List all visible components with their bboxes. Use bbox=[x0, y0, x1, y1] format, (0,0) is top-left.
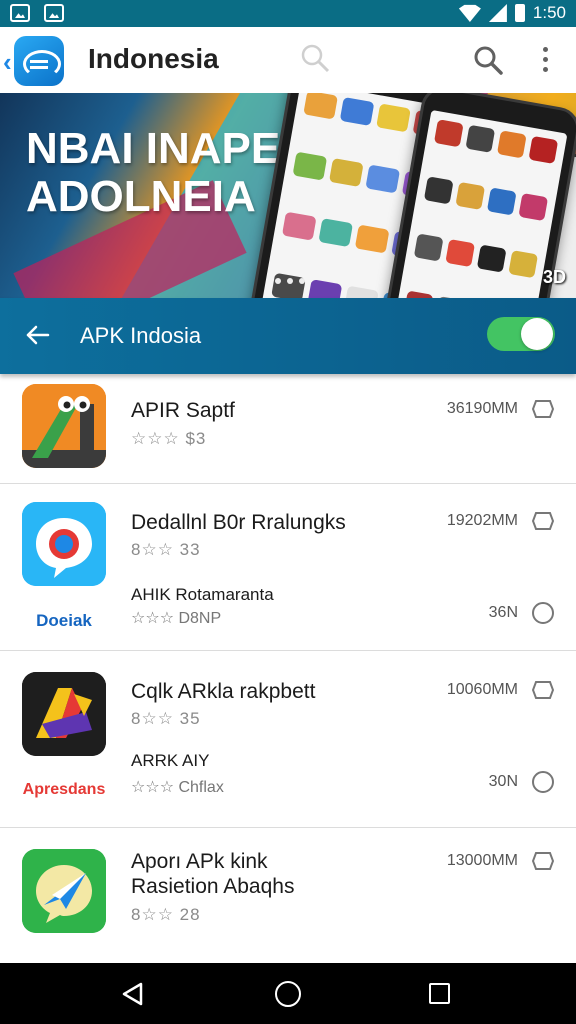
banner-line-1: NBAI INAPE bbox=[26, 124, 281, 173]
list-item[interactable]: Aporı APk kink Rasietion Abaqhs 8☆☆ 28 1… bbox=[0, 828, 576, 963]
status-time: 1:50 bbox=[532, 3, 566, 22]
bookmark-icon[interactable] bbox=[532, 680, 554, 700]
gallery-notification-icon bbox=[10, 4, 30, 22]
bookmark-icon[interactable] bbox=[532, 511, 554, 531]
developer-label: Apresdans bbox=[22, 781, 106, 798]
app-bar: ‹ Indonesia bbox=[0, 27, 576, 93]
app-icon bbox=[22, 672, 106, 756]
app-rating: 8☆☆ 28 bbox=[131, 905, 201, 924]
wifi-icon bbox=[458, 4, 481, 22]
signal-icon bbox=[488, 4, 507, 22]
app-rating: 8☆☆ 35 bbox=[131, 709, 201, 728]
app-size: 10060MM bbox=[446, 681, 518, 698]
banner-line-2: ADOLNEIA bbox=[26, 172, 256, 221]
app-icon bbox=[22, 849, 106, 933]
promo-banner[interactable]: NBAI INAPE ADOLNEIA 3D bbox=[0, 93, 576, 298]
nav-recents-icon[interactable] bbox=[429, 983, 450, 1004]
arrow-back-icon[interactable] bbox=[24, 321, 52, 349]
download-circle-icon[interactable] bbox=[532, 771, 554, 793]
app-logo[interactable] bbox=[14, 36, 64, 86]
sub-app-name: AHIK Rotamaranta bbox=[131, 585, 274, 604]
nav-back-icon[interactable] bbox=[121, 982, 145, 1006]
app-name: Dedallnl B0r Rralungks bbox=[131, 511, 346, 534]
app-list: APIR Saptf ☆☆☆ $3 36190MM Dedallnl B0r R… bbox=[0, 374, 576, 963]
app-name: APIR Saptf bbox=[131, 399, 235, 422]
section-header: APK Indosia bbox=[0, 298, 576, 374]
bookmark-icon[interactable] bbox=[532, 399, 554, 419]
sub-app-size: 36N bbox=[488, 604, 518, 621]
overflow-menu-icon[interactable] bbox=[534, 47, 558, 73]
section-title: APK Indosia bbox=[80, 323, 202, 348]
banner-headline: NBAI INAPE ADOLNEIA bbox=[26, 125, 280, 221]
sub-app-size: 30N bbox=[488, 773, 518, 790]
sub-app-rating: ☆☆☆ Chflax bbox=[131, 779, 224, 796]
developer-label: Doeiak bbox=[36, 611, 92, 630]
photo-notification-icon bbox=[44, 4, 64, 22]
list-item[interactable]: Cqlk ARkla rakpbett 8☆☆ 35 10060MM Apres… bbox=[0, 651, 576, 828]
status-bar: 1:50 bbox=[0, 0, 576, 27]
search-icon[interactable] bbox=[472, 44, 504, 76]
list-item[interactable]: Dedallnl B0r Rralungks 8☆☆ 33 19202MM Do… bbox=[0, 484, 576, 651]
app-rating: 8☆☆ 33 bbox=[131, 540, 201, 559]
battery-icon bbox=[514, 4, 525, 22]
sub-app-name: ARRK AIY bbox=[131, 751, 210, 770]
app-size: 19202MM bbox=[446, 512, 518, 529]
app-name: Aporı APk kink bbox=[131, 850, 268, 873]
list-item[interactable]: APIR Saptf ☆☆☆ $3 36190MM bbox=[0, 374, 576, 484]
carousel-indicator[interactable] bbox=[275, 278, 305, 284]
download-circle-icon[interactable] bbox=[532, 602, 554, 624]
app-rating: ☆☆☆ $3 bbox=[131, 429, 207, 448]
app-title: Indonesia bbox=[88, 43, 219, 74]
sub-app-rating: ☆☆☆ D8NP bbox=[131, 610, 222, 627]
bookmark-icon[interactable] bbox=[532, 851, 554, 871]
section-toggle[interactable] bbox=[487, 317, 555, 351]
back-chevron-icon[interactable]: ‹ bbox=[3, 47, 12, 78]
app-icon bbox=[22, 384, 106, 468]
app-icon bbox=[22, 502, 106, 586]
banner-badge: 3D bbox=[542, 267, 566, 287]
faint-search-icon bbox=[301, 44, 330, 73]
nav-home-icon[interactable] bbox=[275, 981, 301, 1007]
app-size: 36190MM bbox=[446, 400, 518, 417]
app-name: Cqlk ARkla rakpbett bbox=[131, 680, 316, 703]
system-nav-bar bbox=[0, 963, 576, 1024]
app-size: 13000MM bbox=[446, 852, 518, 869]
app-name-line-2: Rasietion Abaqhs bbox=[131, 875, 295, 898]
